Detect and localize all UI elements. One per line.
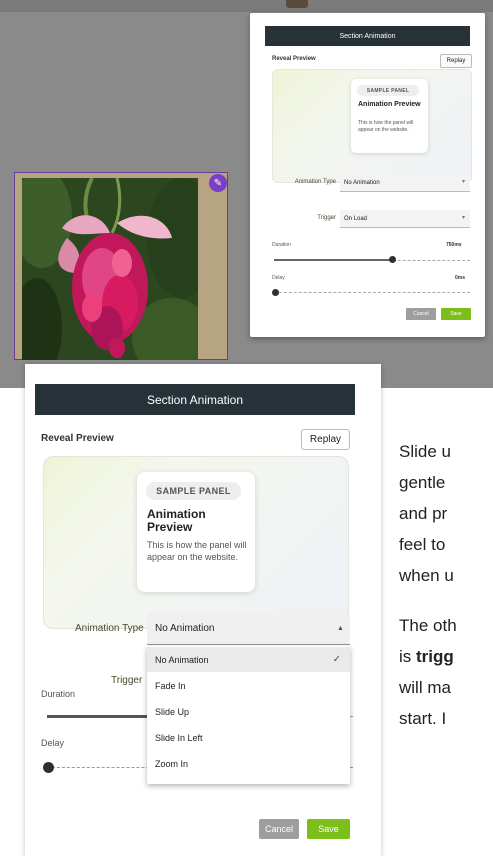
preview-area: SAMPLE PANEL Animation Preview This is h…: [43, 456, 349, 629]
flower-illustration: [22, 178, 198, 360]
trigger-select[interactable]: On Load ▾: [340, 210, 470, 228]
animation-type-dropdown-menu: No Animation ✓ Fade In Slide Up Slide In…: [147, 646, 350, 784]
body-text-line: will ma: [399, 678, 451, 697]
dialog-title: Section Animation: [265, 26, 470, 46]
delay-label: Delay: [41, 738, 65, 748]
animation-type-label: Animation Type: [294, 179, 336, 185]
replay-button[interactable]: Replay: [440, 54, 472, 68]
delay-label: Delay: [272, 275, 285, 281]
body-text-line: gentle: [399, 473, 446, 492]
body-text-line: and pr: [399, 504, 448, 523]
menu-item-slide-in-left[interactable]: Slide In Left: [147, 725, 350, 750]
body-text-line: feel to: [399, 535, 446, 554]
editor-top-strip: [0, 0, 493, 12]
trigger-value: On Load: [344, 215, 368, 222]
preview-card-title: Animation Preview: [358, 101, 421, 108]
main-section-animation-dialog: Section Animation Reveal Preview Replay …: [25, 364, 381, 856]
body-text-line: when u: [399, 566, 454, 585]
save-button[interactable]: Save: [307, 819, 350, 839]
menu-item-label: Slide In Left: [155, 732, 203, 743]
trigger-label: Trigger: [111, 675, 143, 686]
cancel-button[interactable]: Cancel: [259, 819, 299, 839]
preview-area: SAMPLE PANEL Animation Preview This is h…: [272, 69, 472, 183]
body-text-line: start. I: [399, 709, 447, 728]
caret-icon: ▾: [461, 215, 465, 221]
delay-value: 0ms: [455, 275, 466, 281]
duration-slider-thumb[interactable]: [388, 256, 396, 263]
menu-item-zoom-in[interactable]: Zoom In: [147, 751, 350, 776]
replay-button[interactable]: Replay: [301, 429, 350, 450]
body-text-line: Slide u: [399, 442, 451, 461]
delay-slider-thumb[interactable]: [43, 762, 54, 773]
animation-type-select[interactable]: No Animation: [147, 613, 350, 645]
save-button[interactable]: Save: [441, 308, 471, 320]
duration-track-fill: [47, 715, 147, 718]
body-text-fragment: is: [399, 647, 416, 666]
animation-type-select[interactable]: No Animation ▾: [340, 174, 470, 192]
duration-label: Duration: [41, 689, 76, 699]
pencil-icon[interactable]: ✎: [209, 174, 227, 192]
trigger-label: Trigger: [317, 215, 336, 221]
body-text-line: The oth: [399, 616, 457, 635]
preview-card: SAMPLE PANEL Animation Preview This is h…: [137, 472, 255, 592]
sample-panel-pill: SAMPLE PANEL: [357, 85, 419, 96]
menu-item-label: Fade In: [155, 680, 186, 691]
preview-card-description: This is how the panel will appear on the…: [147, 540, 247, 562]
caret-up-icon: ▲: [337, 625, 344, 632]
dialog-title: Section Animation: [35, 384, 355, 415]
animation-type-value: No Animation: [344, 179, 380, 186]
animation-type-value: No Animation: [155, 623, 215, 634]
preview-card: SAMPLE PANEL Animation Preview This is h…: [351, 79, 428, 153]
delay-slider-thumb[interactable]: [272, 289, 279, 296]
menu-item-fade-in[interactable]: Fade In: [147, 673, 350, 698]
avatar: [286, 0, 308, 8]
sample-panel-pill: SAMPLE PANEL: [146, 482, 241, 500]
duration-label: Duration: [272, 242, 291, 248]
duration-track-fill: [274, 259, 392, 261]
menu-item-no-animation[interactable]: No Animation ✓: [147, 647, 350, 672]
animation-type-label: Animation Type: [75, 623, 144, 634]
menu-item-label: Zoom In: [155, 758, 189, 769]
menu-item-label: No Animation: [155, 654, 209, 665]
duration-value: 750ms: [446, 242, 462, 248]
top-section-animation-dialog: Section Animation Reveal Preview Replay …: [250, 13, 485, 337]
reveal-preview-label: Reveal Preview: [41, 433, 114, 444]
body-text-bold: trigg: [416, 647, 454, 666]
cancel-button[interactable]: Cancel: [406, 308, 436, 320]
menu-item-label: Slide Up: [155, 706, 190, 717]
delay-track[interactable]: [274, 292, 470, 293]
menu-item-slide-up[interactable]: Slide Up: [147, 699, 350, 724]
preview-card-description: This is how the panel will appear on the…: [358, 120, 414, 133]
reveal-preview-label: Reveal Preview: [272, 56, 316, 62]
flower-photo: [22, 178, 198, 360]
check-icon: ✓: [332, 654, 341, 665]
preview-card-title: Animation Preview: [147, 507, 206, 534]
body-text-line: is trigg: [399, 641, 454, 672]
caret-icon: ▾: [461, 179, 465, 185]
